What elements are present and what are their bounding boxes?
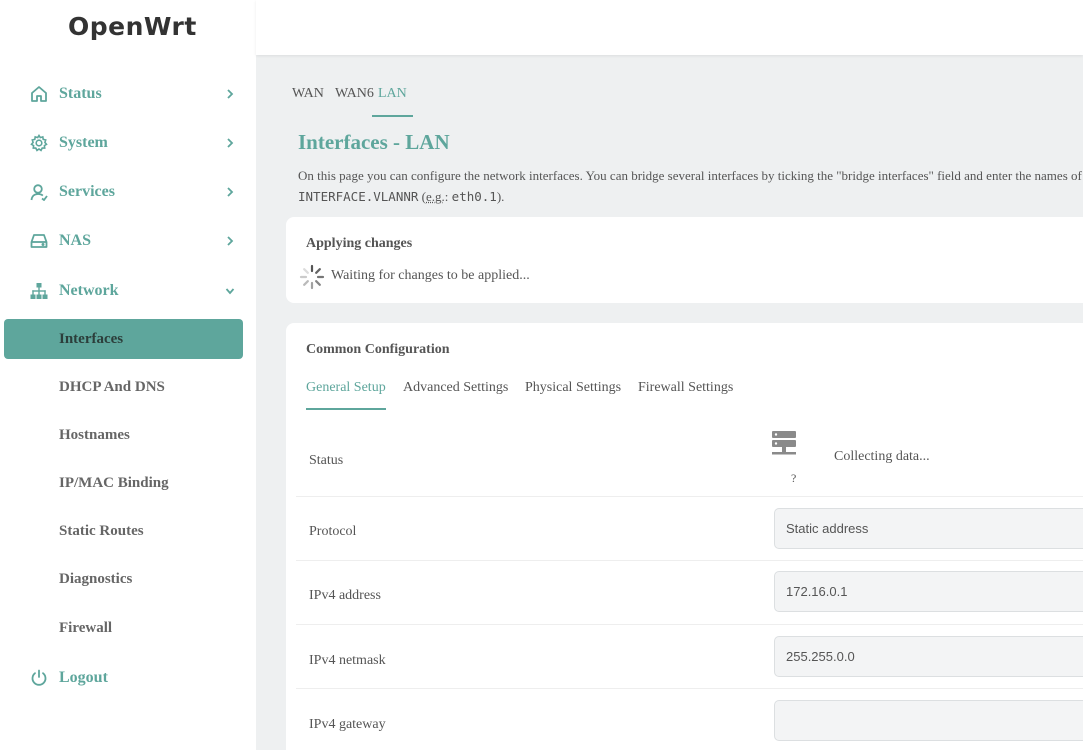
status-icon-caption: ? (791, 471, 797, 485)
sidebar-item-network[interactable]: Network (0, 271, 256, 311)
sidebar-item-label: Diagnostics (59, 570, 133, 587)
sidebar-item-firewall[interactable]: Firewall (0, 608, 256, 648)
spinner-icon (299, 264, 325, 290)
tab-general-setup[interactable]: General Setup (306, 380, 386, 410)
page-description: On this page you can configure the netwo… (298, 165, 1083, 207)
sidebar-item-system[interactable]: System (0, 123, 256, 163)
tab-firewall-settings[interactable]: Firewall Settings (638, 380, 733, 410)
page-description-line: On this page you can configure the netwo… (298, 168, 1083, 183)
applying-status-message: Waiting for changes to be applied... (331, 268, 530, 283)
tab-lan[interactable]: LAN (372, 86, 413, 117)
sidebar-item-nas[interactable]: NAS (0, 221, 256, 261)
code-eth0-1: eth0.1 (451, 189, 497, 204)
sidebar-item-ip-mac-binding[interactable]: IP/MAC Binding (0, 463, 256, 503)
applying-changes-panel: Applying changes Waiting for changes to … (286, 217, 1083, 303)
sidebar-item-dhcp-and-dns[interactable]: DHCP And DNS (0, 367, 256, 407)
desc-text: ). (496, 189, 505, 204)
server-icon (771, 430, 797, 460)
top-bar (256, 0, 1083, 55)
sidebar-item-diagnostics[interactable]: Diagnostics (0, 559, 256, 599)
sidebar-item-label: Network (59, 282, 119, 299)
protocol-label: Protocol (309, 524, 357, 539)
user-icon (30, 183, 48, 201)
sidebar-item-label: Status (59, 85, 102, 102)
sidebar-item-label: System (59, 134, 108, 151)
drive-icon (30, 232, 48, 250)
page-title: Interfaces - LAN (298, 130, 450, 154)
sidebar-item-logout[interactable]: Logout (0, 658, 256, 698)
sidebar-item-label: DHCP And DNS (59, 378, 165, 395)
sidebar-item-services[interactable]: Services (0, 172, 256, 212)
sidebar-item-interfaces[interactable]: Interfaces (4, 319, 243, 359)
abbr-eg: e.g. (426, 189, 445, 204)
desc-text: : (444, 189, 452, 204)
sidebar-item-static-routes[interactable]: Static Routes (0, 511, 256, 551)
ipv4-gateway-label: IPv4 gateway (309, 717, 386, 732)
home-icon (30, 85, 48, 103)
tab-wan[interactable]: WAN (292, 86, 324, 117)
brand-logo[interactable]: OpenWrt (68, 12, 197, 41)
sidebar-item-label: Hostnames (59, 426, 130, 443)
common-configuration-title: Common Configuration (306, 342, 450, 357)
ipv4-address-row: IPv4 address 172.16.0.1 (296, 561, 1083, 625)
ipv4-netmask-input[interactable]: 255.255.0.0 (774, 636, 1083, 677)
tab-wan6[interactable]: WAN6 (335, 86, 374, 117)
ipv4-netmask-row: IPv4 netmask 255.255.0.0 (296, 625, 1083, 689)
chevron-right-icon (225, 88, 235, 100)
sidebar-item-label: NAS (59, 232, 92, 249)
sitemap-icon (30, 282, 48, 300)
sidebar-item-hostnames[interactable]: Hostnames (0, 415, 256, 455)
sidebar-item-label: Interfaces (59, 330, 124, 347)
status-row: Status (296, 421, 1083, 497)
status-text: Collecting data... (834, 449, 930, 464)
protocol-row: Protocol Static address (296, 497, 1083, 561)
chevron-right-icon (225, 235, 235, 247)
ipv4-netmask-label: IPv4 netmask (309, 653, 386, 668)
common-configuration-panel: Common Configuration General Setup Advan… (286, 323, 1083, 750)
gear-icon (30, 134, 48, 152)
chevron-right-icon (225, 186, 235, 198)
sidebar-item-label: Firewall (59, 619, 113, 636)
desc-text: ( (418, 189, 427, 204)
sidebar-item-label: Logout (59, 669, 108, 686)
sidebar-item-label: IP/MAC Binding (59, 474, 169, 491)
power-icon (30, 669, 48, 687)
tab-advanced-settings[interactable]: Advanced Settings (403, 380, 508, 410)
sidebar-item-status[interactable]: Status (0, 74, 256, 114)
chevron-down-icon (225, 285, 235, 297)
chevron-right-icon (225, 137, 235, 149)
applying-changes-title: Applying changes (306, 236, 413, 251)
sidebar-item-label: Static Routes (59, 522, 144, 539)
ipv4-gateway-input[interactable] (774, 700, 1083, 741)
sidebar-item-label: Services (59, 183, 115, 200)
status-label: Status (309, 453, 344, 468)
tab-physical-settings[interactable]: Physical Settings (525, 380, 621, 410)
protocol-select[interactable]: Static address (774, 508, 1083, 549)
code-interface-vlannr: INTERFACE.VLANNR (298, 189, 419, 204)
ipv4-address-input[interactable]: 172.16.0.1 (774, 571, 1083, 612)
sidebar: OpenWrt Status System Services NAS Netwo… (0, 0, 256, 750)
ipv4-address-label: IPv4 address (309, 588, 381, 603)
ipv4-gateway-row: IPv4 gateway (296, 689, 1083, 750)
